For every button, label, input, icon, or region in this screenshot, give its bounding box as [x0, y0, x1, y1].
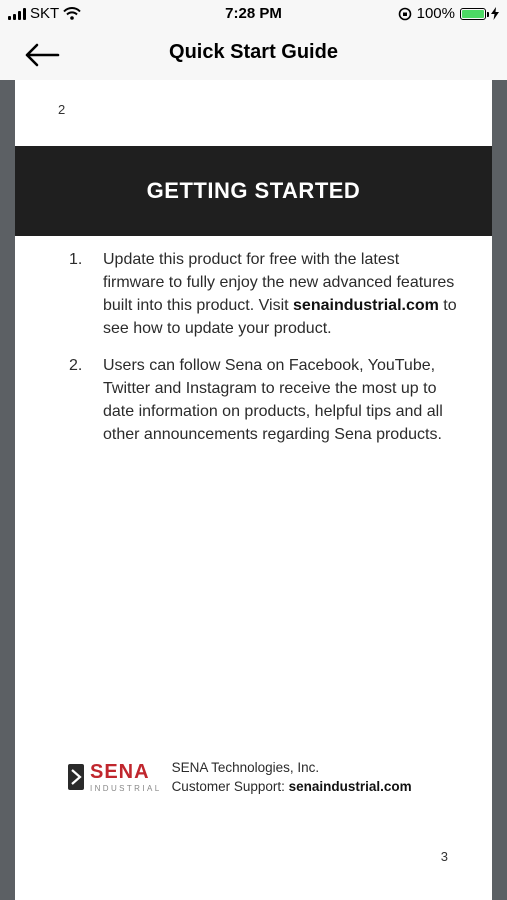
status-bar: SKT 7:28 PM 100% [0, 0, 507, 30]
battery-icon [460, 7, 489, 20]
list-item: 2. Users can follow Sena on Facebook, Yo… [69, 354, 464, 446]
footer: SENA INDUSTRIAL SENA Technologies, Inc. … [68, 758, 412, 796]
support-website: senaindustrial.com [288, 779, 412, 794]
section-banner: GETTING STARTED [15, 146, 492, 236]
orientation-lock-icon [398, 7, 411, 20]
step-text: Users can follow Sena on Facebook, YouTu… [103, 357, 443, 443]
company-name: SENA Technologies, Inc. [171, 760, 320, 775]
page-title: Quick Start Guide [169, 41, 338, 63]
logo-brand: SENA [90, 760, 150, 783]
support-label: Customer Support: [171, 779, 289, 794]
page-number-bottom: 3 [440, 849, 448, 864]
document-page[interactable]: 2 GETTING STARTED 1. Update this product… [15, 80, 492, 900]
battery-percent: 100% [416, 5, 455, 22]
logo-subtitle: INDUSTRIAL [90, 783, 162, 793]
website-link: senaindustrial.com [293, 297, 439, 314]
navigation-bar: Quick Start Guide [0, 30, 507, 80]
step-number: 2. [69, 357, 83, 374]
list-item: 1. Update this product for free with the… [69, 248, 464, 340]
footer-info: SENA Technologies, Inc. Customer Support… [172, 758, 412, 796]
support-line: Customer Support: senaindustrial.com [172, 777, 412, 796]
page-number-top: 2 [58, 102, 66, 117]
steps-list: 1. Update this product for free with the… [69, 248, 464, 460]
step-number: 1. [69, 251, 83, 268]
sena-logo-icon [68, 764, 84, 790]
sena-logo: SENA INDUSTRIAL [68, 762, 162, 793]
step-text: Update this product for free with the la… [103, 248, 464, 340]
charging-bolt-icon [491, 7, 499, 20]
status-right: 100% [398, 5, 499, 22]
battery-fill [462, 9, 484, 18]
section-title: GETTING STARTED [146, 178, 361, 203]
